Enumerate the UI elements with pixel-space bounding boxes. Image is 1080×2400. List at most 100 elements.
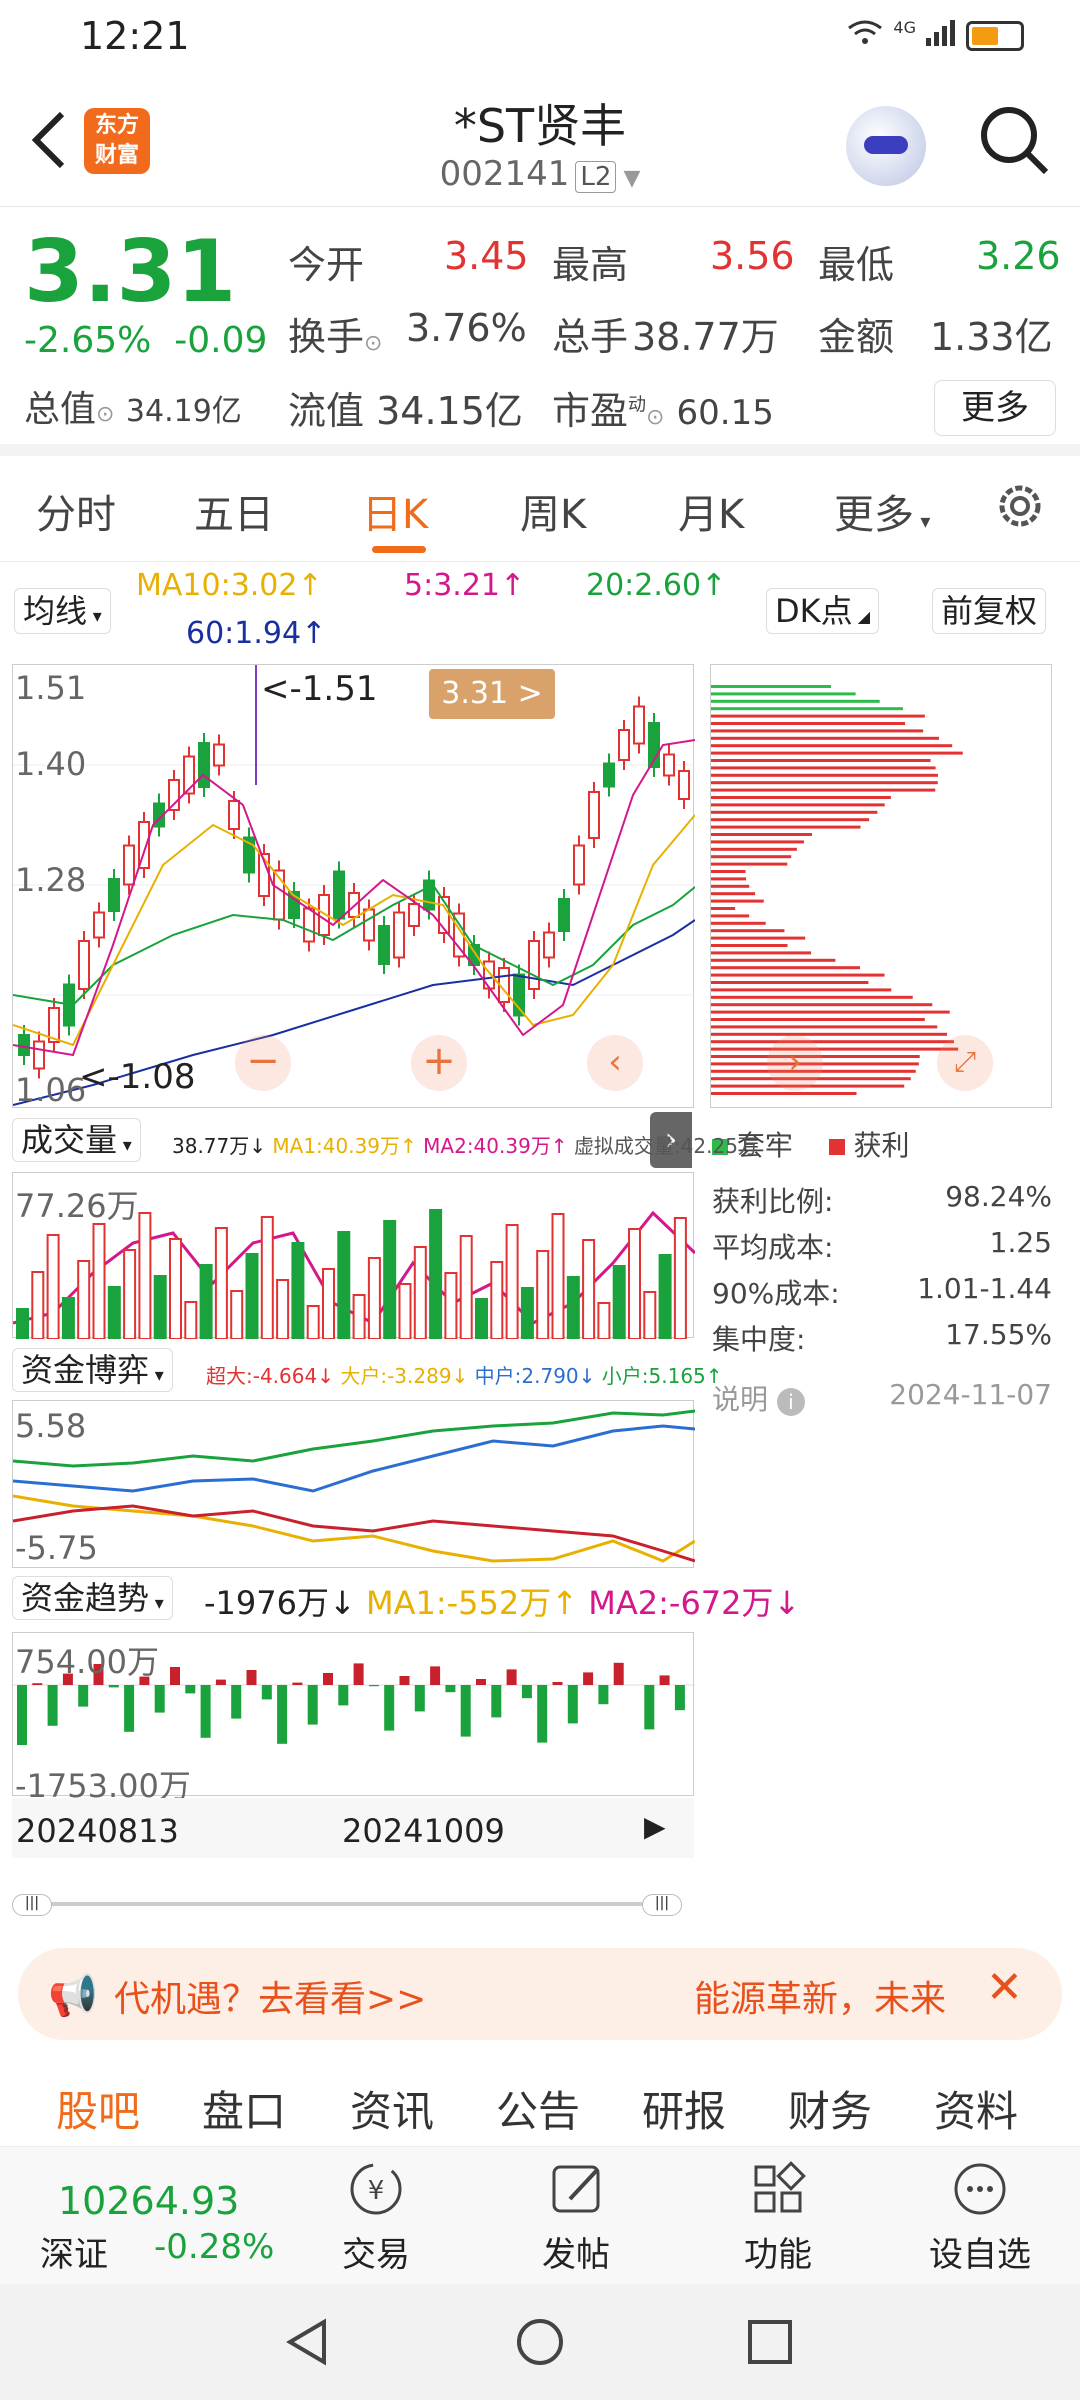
tab-profile[interactable]: 资料 bbox=[934, 2078, 1018, 2139]
promo-banner[interactable]: 📢 代机遇？去看看>> 能源革新，未来 ✕ bbox=[18, 1948, 1062, 2040]
volume-bar bbox=[260, 1216, 274, 1340]
chip-bar bbox=[711, 870, 746, 873]
candle-body bbox=[168, 779, 180, 811]
candle-body bbox=[618, 729, 630, 761]
volume-bar bbox=[551, 1213, 565, 1340]
tab-5day[interactable]: 五日 bbox=[194, 482, 274, 540]
volume-select[interactable]: 成交量 ▾ bbox=[12, 1118, 141, 1162]
trend-bar bbox=[124, 1685, 135, 1732]
play-icon[interactable]: ▶ bbox=[644, 1810, 666, 1843]
trend-bar bbox=[292, 1682, 303, 1685]
grid-icon bbox=[754, 2161, 806, 2213]
close-icon[interactable]: ✕ bbox=[986, 1962, 1023, 2013]
scroll-right-button[interactable]: › bbox=[767, 1035, 823, 1091]
chip-bar bbox=[711, 981, 869, 984]
amount-label: 金额 bbox=[818, 315, 895, 359]
tab-news[interactable]: 资讯 bbox=[350, 2078, 434, 2139]
nav-home-icon[interactable] bbox=[514, 2316, 566, 2368]
trend-bar bbox=[185, 1685, 196, 1694]
trend-bar bbox=[644, 1685, 655, 1730]
trade-button[interactable]: ¥ 交易 bbox=[316, 2157, 436, 2277]
volume-bar bbox=[184, 1301, 198, 1340]
volume-bar bbox=[230, 1290, 244, 1340]
tab-minute[interactable]: 分时 bbox=[36, 482, 116, 540]
candle-body bbox=[573, 844, 585, 886]
y-label: 1.40 bbox=[15, 745, 87, 783]
tab-guba[interactable]: 股吧 bbox=[56, 2078, 140, 2139]
trend-select[interactable]: 资金趋势 ▾ bbox=[12, 1576, 173, 1620]
tab-announce[interactable]: 公告 bbox=[496, 2078, 580, 2139]
chip-bar bbox=[711, 722, 906, 725]
watchlist-button[interactable]: 设自选 bbox=[920, 2157, 1040, 2277]
scroll-left-button[interactable]: ‹ bbox=[587, 1035, 643, 1091]
network-type: 4G bbox=[893, 18, 916, 37]
chip-bar bbox=[711, 766, 936, 770]
tab-week-k[interactable]: 周K bbox=[520, 482, 586, 540]
zoom-out-button[interactable]: − bbox=[235, 1035, 291, 1091]
chip-bar bbox=[711, 966, 861, 970]
volume-bar bbox=[475, 1298, 488, 1340]
index-value[interactable]: 10264.93 bbox=[58, 2179, 239, 2223]
nav-recents-icon[interactable] bbox=[744, 2316, 796, 2368]
tab-day-k[interactable]: 日K bbox=[362, 482, 428, 540]
svg-text:¥: ¥ bbox=[368, 2176, 385, 2206]
chip-bar bbox=[711, 818, 870, 822]
candle-body bbox=[198, 742, 210, 788]
candle-body bbox=[123, 844, 135, 886]
volume-bar bbox=[46, 1234, 60, 1340]
tab-research[interactable]: 研报 bbox=[642, 2078, 726, 2139]
trend-info: -1976万↓ MA1:-552万↑ MA2:-672万↓ bbox=[204, 1584, 801, 1622]
price-tag[interactable]: 3.31 > bbox=[429, 669, 555, 719]
info-link[interactable]: 说明 i bbox=[712, 1378, 805, 1424]
trend-bar bbox=[261, 1685, 272, 1700]
expand-icon[interactable]: ⤢ bbox=[937, 1035, 993, 1091]
trend-bar bbox=[215, 1679, 226, 1685]
kline-chart[interactable]: 1.51 1.40 1.28 1.06 <-1.51 <-1.08 3.31 >… bbox=[12, 664, 696, 1109]
functions-button[interactable]: 功能 bbox=[718, 2157, 838, 2277]
fund-game-chart[interactable]: 5.58 -5.75 bbox=[12, 1400, 696, 1568]
current-price: 3.31 bbox=[24, 222, 237, 322]
zoom-in-button[interactable]: + bbox=[411, 1035, 467, 1091]
tab-pankou[interactable]: 盘口 bbox=[202, 2078, 286, 2139]
nav-back-icon[interactable] bbox=[282, 2316, 334, 2368]
dk-button[interactable]: DK点 ◢ bbox=[766, 588, 880, 634]
volume-bar bbox=[673, 1217, 687, 1340]
trend-bar bbox=[399, 1676, 410, 1685]
chip-bar bbox=[711, 995, 913, 999]
adjust-button[interactable]: 前复权 bbox=[932, 588, 1047, 634]
y-label: 1.06 bbox=[15, 1071, 87, 1109]
trend-bar bbox=[231, 1685, 242, 1719]
assistant-avatar[interactable] bbox=[846, 106, 926, 186]
fund-select[interactable]: 资金博弈 ▾ bbox=[12, 1348, 173, 1392]
search-icon[interactable] bbox=[976, 102, 1052, 178]
fund-trend-chart[interactable]: 754.00万 -1753.00万 bbox=[12, 1632, 695, 1805]
volume-chart[interactable]: 77.26万 bbox=[12, 1172, 697, 1340]
trend-bar bbox=[154, 1685, 165, 1713]
gear-icon[interactable] bbox=[990, 476, 1050, 536]
volume-bar bbox=[276, 1279, 290, 1340]
open-label: 今开 bbox=[288, 243, 365, 287]
tab-month-k[interactable]: 月K bbox=[678, 482, 744, 540]
y-label: 1.28 bbox=[15, 861, 87, 899]
range-scrollbar[interactable]: ||| ||| bbox=[12, 1894, 694, 1916]
candle-body bbox=[588, 791, 600, 839]
volume-bar bbox=[214, 1227, 228, 1340]
chip-bar bbox=[711, 1032, 947, 1036]
volume-bar bbox=[199, 1264, 213, 1340]
more-dots-icon bbox=[954, 2163, 1006, 2215]
ma-select[interactable]: 均线 ▾ bbox=[14, 588, 111, 634]
trend-bar bbox=[521, 1685, 532, 1699]
candle-body bbox=[333, 870, 345, 920]
post-button[interactable]: 发帖 bbox=[516, 2157, 636, 2277]
chip-bar bbox=[711, 781, 938, 785]
volume-bar bbox=[490, 1261, 504, 1340]
trend-bar bbox=[674, 1685, 685, 1711]
tab-finance[interactable]: 财务 bbox=[788, 2078, 872, 2139]
trend-bar bbox=[506, 1669, 517, 1685]
tab-more[interactable]: 更多 ▾ bbox=[834, 482, 930, 540]
banner-text: 能源革新，未来 bbox=[694, 1979, 947, 2020]
more-button[interactable]: 更多 bbox=[934, 380, 1056, 436]
volume-bar bbox=[505, 1224, 519, 1340]
candle-body bbox=[78, 940, 90, 990]
chip-bar bbox=[711, 810, 878, 814]
